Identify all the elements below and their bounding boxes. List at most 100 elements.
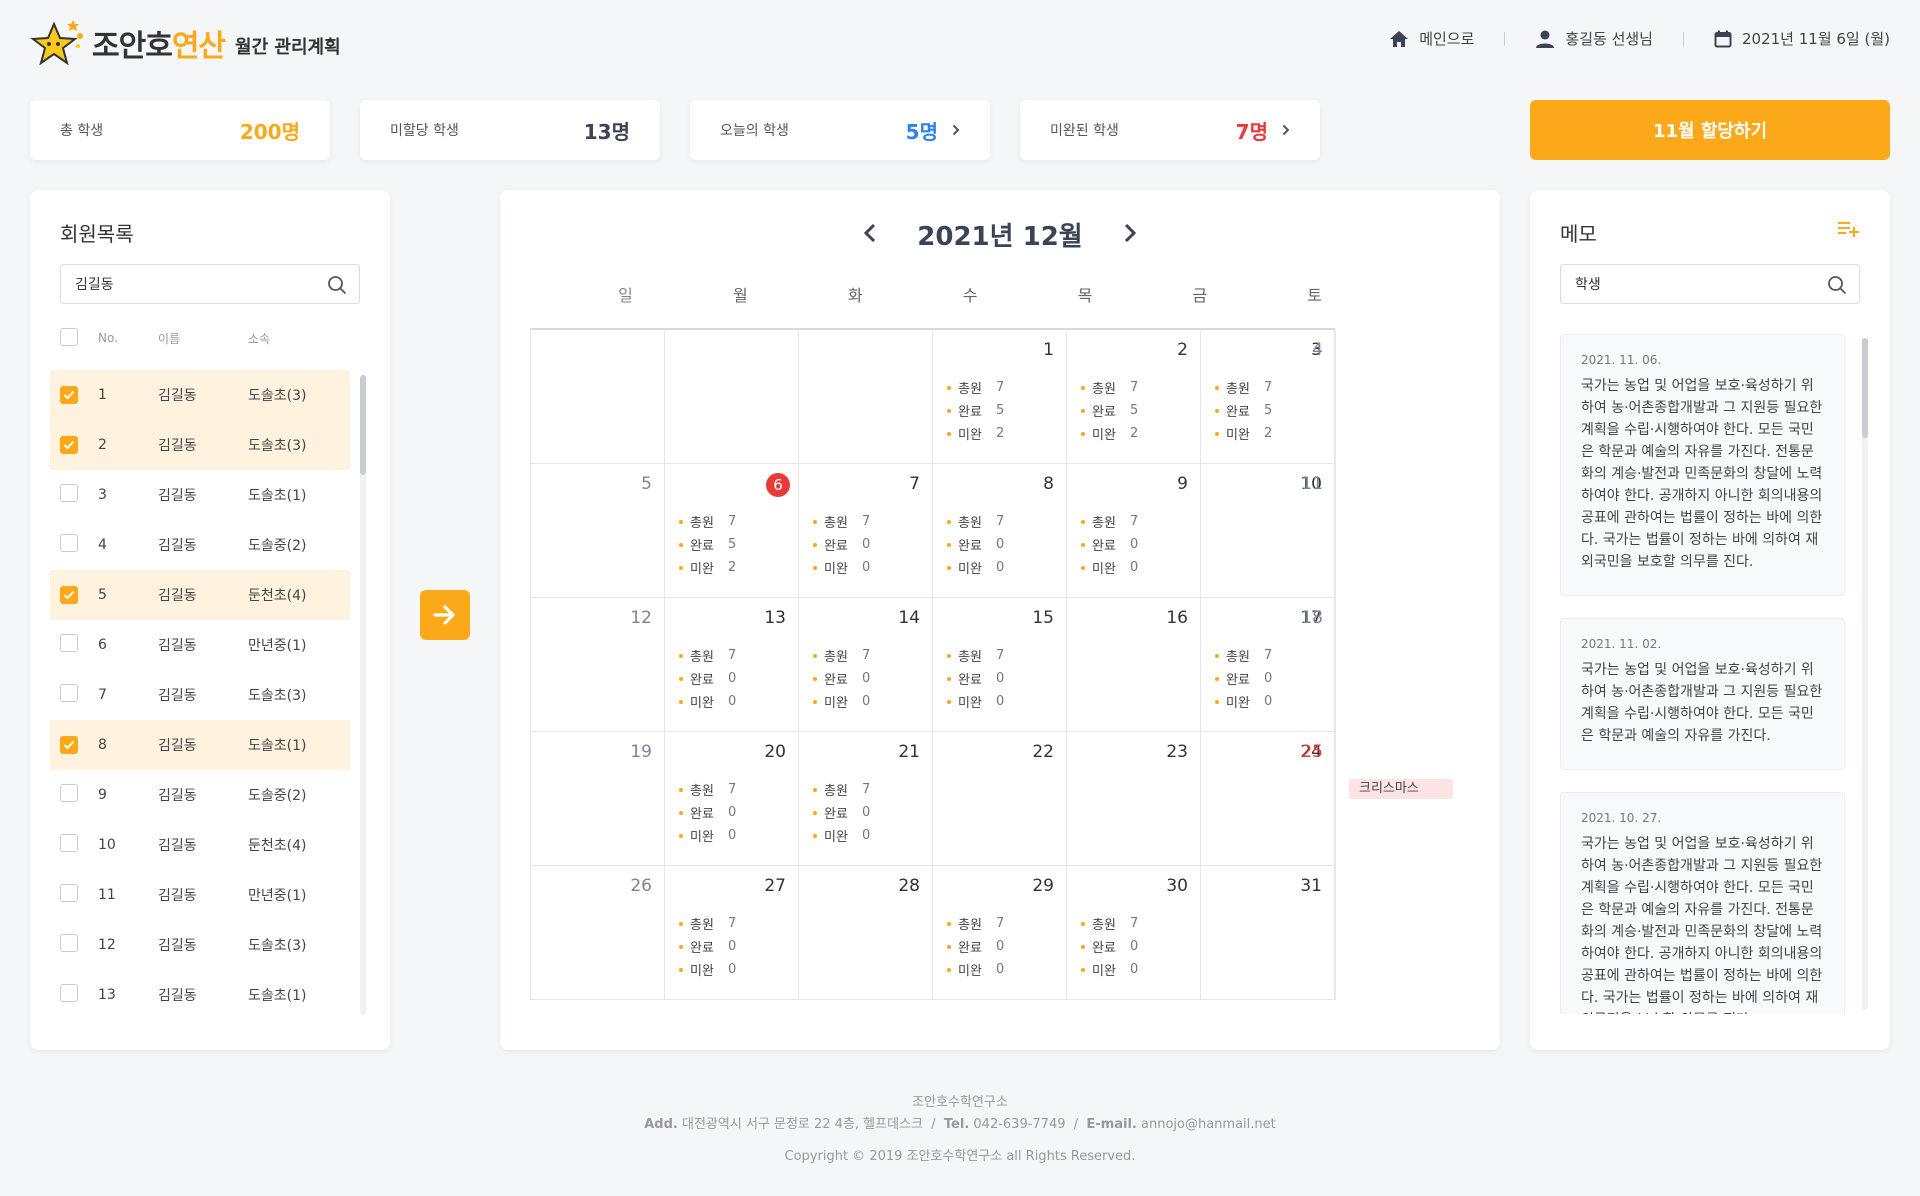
calendar-day-cell[interactable]: 6 총원 7 완료 5 미완 2 bbox=[665, 464, 799, 598]
bullet-dot bbox=[1081, 542, 1085, 547]
table-row[interactable]: 3 김길동 도솔초(1) bbox=[50, 470, 350, 520]
row-checkbox[interactable] bbox=[60, 386, 78, 404]
member-search-input[interactable] bbox=[61, 265, 311, 303]
calendar-day-cell[interactable]: 25 크리스마스 bbox=[1301, 732, 1453, 866]
calendar-day-cell[interactable]: 22 bbox=[933, 732, 1067, 866]
memo-card[interactable]: 2021. 11. 02. 국가는 농업 및 어업을 보호·육성하기 위하여 농·… bbox=[1560, 618, 1845, 770]
move-to-calendar-button[interactable] bbox=[420, 590, 470, 640]
calendar-day-cell[interactable]: 28 bbox=[799, 866, 933, 1000]
memo-search-input[interactable] bbox=[1561, 265, 1811, 303]
row-checkbox[interactable] bbox=[60, 484, 78, 502]
calendar-day-cell[interactable]: 30 총원 7 완료 0 미완 0 bbox=[1067, 866, 1201, 1000]
select-all-checkbox[interactable] bbox=[60, 327, 78, 346]
calendar-day-cell[interactable]: 23 bbox=[1067, 732, 1201, 866]
calendar-day-cell[interactable]: 9 총원 7 완료 0 미완 0 bbox=[1067, 464, 1201, 598]
table-row[interactable]: 9 김길동 도솔중(2) bbox=[50, 770, 350, 820]
calendar-day-cell[interactable]: 16 bbox=[1067, 598, 1201, 732]
row-no: 10 bbox=[98, 837, 116, 853]
row-name: 김길동 bbox=[158, 988, 197, 1004]
calendar-day-cell[interactable]: 2 총원 7 완료 5 미완 2 bbox=[1067, 330, 1201, 464]
day-stats: 총원 7 완료 0 미완 0 bbox=[679, 644, 736, 713]
day-stat-line: 총원 7 bbox=[679, 778, 736, 801]
table-row[interactable]: 7 김길동 도솔초(3) bbox=[50, 670, 350, 720]
stat-today-students[interactable]: 오늘의 학생 5명 bbox=[690, 100, 990, 160]
bullet-dot bbox=[1215, 408, 1219, 413]
row-checkbox[interactable] bbox=[60, 984, 78, 1002]
calendar-day-cell[interactable]: 26 bbox=[531, 866, 665, 1000]
calendar-day-cell[interactable]: 31 bbox=[1201, 866, 1335, 1000]
footer-copyright: Copyright © 2019 조안호수학연구소 all Rights Res… bbox=[784, 1149, 1136, 1164]
memo-scrollbar[interactable] bbox=[1862, 338, 1868, 438]
day-stats: 총원 7 완료 0 미완 0 bbox=[1081, 912, 1138, 981]
row-name: 김길동 bbox=[158, 388, 197, 404]
search-icon[interactable] bbox=[1827, 275, 1847, 295]
calendar-day-cell[interactable]: 7 총원 7 완료 0 미완 0 bbox=[799, 464, 933, 598]
bullet-dot bbox=[1081, 408, 1085, 413]
table-row[interactable]: 1 김길동 도솔초(3) bbox=[50, 370, 350, 420]
calendar-day-cell[interactable]: 5 bbox=[531, 464, 665, 598]
page-subtitle: 월간 관리계획 bbox=[235, 37, 341, 58]
calendar-day-cell[interactable]: 18 bbox=[1301, 598, 1336, 732]
row-name: 김길동 bbox=[158, 888, 197, 904]
calendar-day-cell[interactable]: 14 총원 7 완료 0 미완 0 bbox=[799, 598, 933, 732]
calendar-day-cell[interactable]: 1 총원 7 완료 5 미완 2 bbox=[933, 330, 1067, 464]
nav-user[interactable]: 홍길동 선생님 bbox=[1535, 28, 1653, 49]
row-checkbox[interactable] bbox=[60, 736, 78, 754]
table-row[interactable]: 12 김길동 도솔초(3) bbox=[50, 920, 350, 970]
calendar-day-cell[interactable]: 8 총원 7 완료 0 미완 0 bbox=[933, 464, 1067, 598]
calendar-day-cell[interactable]: 13 총원 7 완료 0 미완 0 bbox=[665, 598, 799, 732]
logo[interactable]: 조안호연산 월간 관리계획 bbox=[28, 16, 341, 70]
row-checkbox[interactable] bbox=[60, 684, 78, 702]
footer-email[interactable]: annojo@hanmail.net bbox=[1141, 1117, 1276, 1132]
nav-date-label: 2021년 11월 6일 (월) bbox=[1741, 30, 1890, 48]
member-scrollbar[interactable] bbox=[360, 375, 366, 475]
calendar-day-cell[interactable]: 20 총원 7 완료 0 미완 0 bbox=[665, 732, 799, 866]
calendar-day-cell[interactable]: 4 bbox=[1312, 330, 1336, 464]
row-checkbox[interactable] bbox=[60, 834, 78, 852]
nav-date: 2021년 11월 6일 (월) bbox=[1714, 28, 1890, 49]
memo-text: 국가는 농업 및 어업을 보호·육성하기 위하여 농·어촌종합개발과 그 지원등… bbox=[1581, 836, 1823, 1014]
nav-home-link[interactable]: 메인으로 bbox=[1389, 28, 1474, 49]
table-row[interactable]: 6 김길동 만년중(1) bbox=[50, 620, 350, 670]
memo-card[interactable]: 2021. 10. 27. 국가는 농업 및 어업을 보호·육성하기 위하여 농·… bbox=[1560, 792, 1845, 1014]
table-row[interactable]: 13 김길동 도솔초(1) bbox=[50, 970, 350, 1015]
bullet-dot bbox=[679, 565, 683, 570]
row-checkbox[interactable] bbox=[60, 534, 78, 552]
calendar-day-cell[interactable]: 11 bbox=[1301, 464, 1336, 598]
bullet-dot bbox=[947, 431, 951, 436]
table-row[interactable]: 4 김길동 도솔중(2) bbox=[50, 520, 350, 570]
row-name: 김길동 bbox=[158, 488, 197, 504]
calendar-day-cell[interactable]: 19 bbox=[531, 732, 665, 866]
check-icon bbox=[63, 740, 75, 750]
search-icon[interactable] bbox=[327, 275, 347, 295]
event-badge[interactable]: 크리스마스 bbox=[1349, 779, 1453, 799]
prev-month-button[interactable] bbox=[859, 219, 881, 250]
day-stat-line: 미완 2 bbox=[947, 422, 1004, 445]
playlist-add-icon[interactable] bbox=[1838, 220, 1860, 238]
day-stat-value: 0 bbox=[862, 560, 871, 575]
memo-card[interactable]: 2021. 11. 06. 국가는 농업 및 어업을 보호·육성하기 위하여 농·… bbox=[1560, 334, 1845, 596]
calendar-day-cell[interactable]: 29 총원 7 완료 0 미완 0 bbox=[933, 866, 1067, 1000]
stat-incomplete-students[interactable]: 미완된 학생 7명 bbox=[1020, 100, 1320, 160]
day-stat-line: 완료 0 bbox=[813, 667, 870, 690]
row-checkbox[interactable] bbox=[60, 436, 78, 454]
calendar-day-cell[interactable]: 15 총원 7 완료 0 미완 0 bbox=[933, 598, 1067, 732]
table-row[interactable]: 10 김길동 둔천초(4) bbox=[50, 820, 350, 870]
bullet-dot bbox=[813, 519, 817, 524]
row-school: 도솔초(1) bbox=[248, 738, 307, 754]
row-checkbox[interactable] bbox=[60, 784, 78, 802]
row-checkbox[interactable] bbox=[60, 884, 78, 902]
table-row[interactable]: 5 김길동 둔천초(4) bbox=[50, 570, 350, 620]
day-number: 22 bbox=[1032, 742, 1054, 762]
row-checkbox[interactable] bbox=[60, 586, 78, 604]
row-checkbox[interactable] bbox=[60, 934, 78, 952]
calendar-day-cell[interactable]: 12 bbox=[531, 598, 665, 732]
assign-month-button[interactable]: 11월 할당하기 bbox=[1530, 100, 1890, 160]
table-row[interactable]: 8 김길동 도솔초(1) bbox=[50, 720, 350, 770]
calendar-day-cell[interactable]: 21 총원 7 완료 0 미완 0 bbox=[799, 732, 933, 866]
next-month-button[interactable] bbox=[1119, 219, 1141, 250]
calendar-day-cell[interactable]: 27 총원 7 완료 0 미완 0 bbox=[665, 866, 799, 1000]
table-row[interactable]: 11 김길동 만년중(1) bbox=[50, 870, 350, 920]
row-checkbox[interactable] bbox=[60, 634, 78, 652]
table-row[interactable]: 2 김길동 도솔초(3) bbox=[50, 420, 350, 470]
